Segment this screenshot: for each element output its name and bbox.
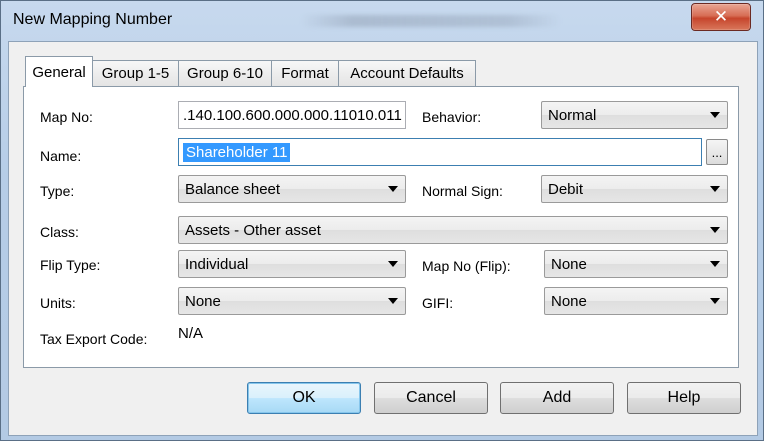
- tab-account-defaults[interactable]: Account Defaults: [338, 60, 476, 86]
- gifi-select[interactable]: None: [544, 287, 728, 315]
- general-panel: Map No: .140.100.600.000.000.11010.011 B…: [23, 86, 739, 368]
- units-select[interactable]: None: [178, 287, 406, 315]
- chevron-down-icon: [388, 186, 398, 192]
- help-button[interactable]: Help: [627, 382, 741, 414]
- units-value: None: [185, 292, 221, 310]
- dialog-body: General Group 1-5 Group 6-10 Format Acco…: [8, 41, 758, 436]
- tab-group-6-10[interactable]: Group 6-10: [178, 60, 272, 86]
- map-no-flip-select[interactable]: None: [544, 250, 728, 278]
- close-icon: ✕: [713, 7, 729, 27]
- map-no-value: .140.100.600.000.000.11010.011: [183, 106, 402, 124]
- add-button[interactable]: Add: [500, 382, 614, 414]
- close-button[interactable]: ✕: [691, 3, 751, 31]
- map-no-flip-label: Map No (Flip):: [422, 258, 511, 274]
- behavior-select[interactable]: Normal: [541, 101, 728, 129]
- name-value: Shareholder 11: [183, 142, 291, 162]
- flip-type-select[interactable]: Individual: [178, 250, 406, 278]
- type-select[interactable]: Balance sheet: [178, 175, 406, 203]
- gifi-value: None: [551, 292, 587, 310]
- tab-general[interactable]: General: [25, 56, 93, 87]
- chevron-down-icon: [388, 298, 398, 304]
- map-no-label: Map No:: [40, 109, 93, 125]
- name-label: Name:: [40, 148, 82, 164]
- normal-sign-value: Debit: [548, 180, 584, 198]
- map-no-field[interactable]: .140.100.600.000.000.11010.011: [178, 101, 406, 129]
- title-bar[interactable]: New Mapping Number ✕: [1, 1, 763, 45]
- map-no-flip-value: None: [551, 255, 587, 273]
- class-label: Class:: [40, 224, 79, 240]
- tax-export-code-value: N/A: [178, 325, 204, 342]
- ok-button[interactable]: OK: [247, 382, 361, 414]
- class-select[interactable]: Assets - Other asset: [178, 216, 728, 244]
- chevron-down-icon: [710, 112, 720, 118]
- class-value: Assets - Other asset: [185, 221, 321, 239]
- redacted-title-text: [301, 15, 561, 27]
- chevron-down-icon: [710, 261, 720, 267]
- behavior-value: Normal: [548, 106, 597, 124]
- name-field[interactable]: Shareholder 11: [178, 138, 702, 166]
- tab-format[interactable]: Format: [271, 60, 339, 86]
- units-label: Units:: [40, 295, 76, 311]
- tax-export-code-label: Tax Export Code:: [40, 331, 148, 347]
- behavior-label: Behavior:: [422, 109, 482, 125]
- flip-type-label: Flip Type:: [40, 257, 101, 273]
- chevron-down-icon: [710, 186, 720, 192]
- window-title: New Mapping Number: [13, 11, 173, 28]
- type-label: Type:: [40, 183, 75, 199]
- chevron-down-icon: [710, 298, 720, 304]
- flip-type-value: Individual: [185, 255, 249, 273]
- name-browse-button[interactable]: ...: [706, 139, 728, 165]
- gifi-label: GIFI:: [422, 295, 454, 311]
- normal-sign-select[interactable]: Debit: [541, 175, 728, 203]
- tab-group-1-5[interactable]: Group 1-5: [92, 60, 179, 86]
- type-value: Balance sheet: [185, 180, 281, 198]
- chevron-down-icon: [710, 227, 720, 233]
- dialog-window: New Mapping Number ✕ General Group 1-5 G…: [0, 0, 764, 441]
- normal-sign-label: Normal Sign:: [422, 183, 503, 199]
- chevron-down-icon: [388, 261, 398, 267]
- cancel-button[interactable]: Cancel: [374, 382, 488, 414]
